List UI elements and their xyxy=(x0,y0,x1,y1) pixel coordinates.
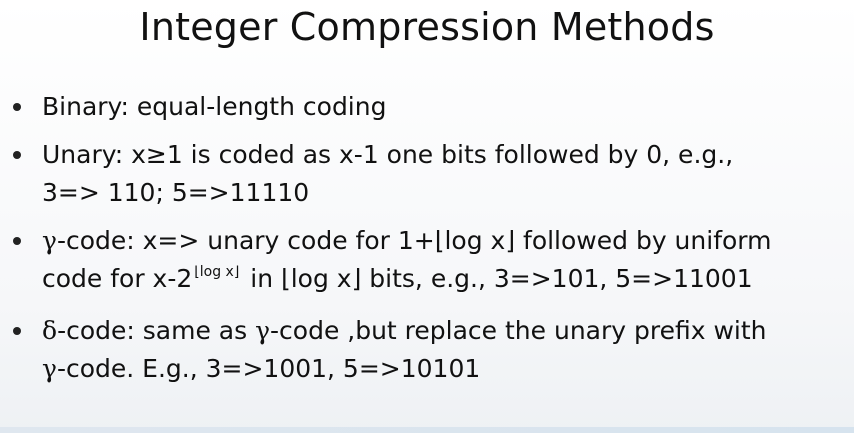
slide: Integer Compression Methods Binary: equa… xyxy=(0,0,854,433)
bullet-dot-icon xyxy=(13,103,21,111)
bullet-line: Unary: x≥1 is coded as x-1 one bits foll… xyxy=(42,136,848,174)
bullet-text: -code: same as xyxy=(57,316,256,345)
bullet-text: code for x-2 xyxy=(42,264,193,293)
delta-symbol: δ xyxy=(42,316,58,345)
exponent-floor-log: ⌊log x⌋ xyxy=(194,264,240,280)
bullet-binary: Binary: equal-length coding xyxy=(0,88,854,126)
footer-band xyxy=(0,427,854,433)
bullet-line: 3=> 110; 5=>11110 xyxy=(42,174,848,212)
bullet-text: -code. E.g., 3=>1001, 5=>10101 xyxy=(56,354,481,383)
bullet-text: -code: x=> unary code for 1+⌊log x⌋ foll… xyxy=(56,226,772,255)
bullet-dot-icon xyxy=(13,151,21,159)
bullet-dot-icon xyxy=(13,237,21,245)
bullet-text: 3=> 110; 5=>11110 xyxy=(42,178,310,207)
slide-title: Integer Compression Methods xyxy=(139,5,715,49)
bullet-line: Binary: equal-length coding xyxy=(42,88,848,126)
bullet-text: Binary: equal-length coding xyxy=(42,92,387,121)
gamma-symbol: γ xyxy=(42,354,57,383)
bullet-text: in ⌊log x⌋ bits, e.g., 3=>101, 5=>11001 xyxy=(242,264,753,293)
gamma-symbol: γ xyxy=(255,316,271,345)
bullet-unary: Unary: x≥1 is coded as x-1 one bits foll… xyxy=(0,136,854,212)
bullet-delta-code: δ-code: same as γ-code ,but replace the … xyxy=(0,312,854,388)
bullet-line: γ-code. E.g., 3=>1001, 5=>10101 xyxy=(42,350,848,388)
bullet-line: code for x-2 ⌊log x⌋ in ⌊log x⌋ bits, e.g… xyxy=(42,260,848,302)
bullet-line: δ-code: same as γ-code ,but replace the … xyxy=(42,312,848,350)
bullet-gamma-code: γ-code: x=> unary code for 1+⌊log x⌋ fol… xyxy=(0,222,854,302)
bullet-text: Unary: x≥1 is coded as x-1 one bits foll… xyxy=(42,140,734,169)
bullet-text: -code ,but replace the unary prefix with xyxy=(270,316,767,345)
bullet-list: Binary: equal-length coding Unary: x≥1 i… xyxy=(0,88,854,398)
bullet-dot-icon xyxy=(13,327,21,335)
gamma-symbol: γ xyxy=(42,226,57,255)
bullet-line: γ-code: x=> unary code for 1+⌊log x⌋ fol… xyxy=(42,222,848,260)
